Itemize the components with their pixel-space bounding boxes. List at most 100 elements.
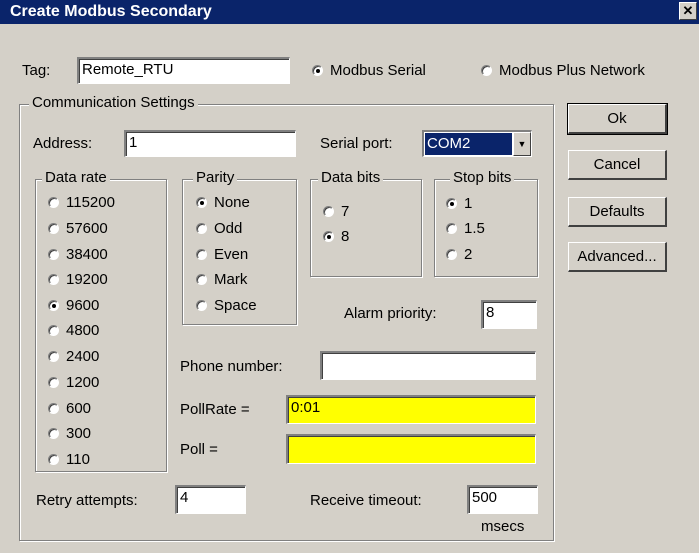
data-rate-option[interactable]: 300 bbox=[48, 425, 91, 442]
modbus-serial-label: Modbus Serial bbox=[330, 62, 426, 79]
data-rate-option[interactable]: 600 bbox=[48, 400, 91, 417]
radio-selected-icon bbox=[312, 65, 323, 76]
radio-icon bbox=[48, 428, 59, 439]
receive-timeout-label: Receive timeout: bbox=[310, 492, 422, 509]
radio-icon bbox=[196, 223, 207, 234]
data-rate-option-label: 300 bbox=[66, 425, 92, 442]
pollrate-field[interactable]: 0:01 bbox=[286, 395, 536, 424]
parity-option-label: Odd bbox=[214, 220, 243, 237]
retry-attempts-input[interactable]: 4 bbox=[175, 485, 246, 514]
stop-bits-option[interactable]: 1 bbox=[446, 195, 472, 212]
address-input[interactable]: 1 bbox=[124, 130, 296, 157]
radio-icon bbox=[48, 249, 59, 260]
parity-option-label: Space bbox=[214, 297, 257, 314]
tag-input[interactable]: Remote_RTU bbox=[77, 57, 290, 84]
alarm-priority-label: Alarm priority: bbox=[344, 305, 437, 322]
cancel-button[interactable]: Cancel bbox=[568, 150, 667, 180]
data-rate-option[interactable]: 110 bbox=[48, 451, 90, 468]
stop-bits-option-label: 1.5 bbox=[464, 220, 485, 237]
data-bits-label: Data bits bbox=[318, 169, 384, 186]
close-icon[interactable]: ✕ bbox=[679, 2, 697, 20]
data-bits-option-label: 8 bbox=[341, 228, 350, 245]
data-rate-option[interactable]: 115200 bbox=[48, 194, 115, 211]
data-rate-option-label: 57600 bbox=[66, 220, 108, 237]
radio-icon bbox=[48, 223, 59, 234]
poll-field[interactable] bbox=[286, 434, 536, 464]
radio-icon bbox=[48, 377, 59, 388]
timeout-unit: msecs bbox=[481, 518, 525, 535]
window-title: Create Modbus Secondary bbox=[10, 3, 212, 20]
receive-timeout-input[interactable]: 500 bbox=[467, 485, 538, 514]
data-rate-option-label: 38400 bbox=[66, 246, 108, 263]
parity-option[interactable]: Space bbox=[196, 297, 257, 314]
data-rate-option[interactable]: 4800 bbox=[48, 322, 99, 339]
radio-icon bbox=[48, 351, 59, 362]
modbus-serial-radio[interactable]: Modbus Serial bbox=[312, 62, 426, 79]
modbus-plus-label: Modbus Plus Network bbox=[499, 62, 645, 79]
data-rate-option[interactable]: 38400 bbox=[48, 246, 108, 263]
data-rate-option-label: 4800 bbox=[66, 322, 100, 339]
radio-selected-icon bbox=[446, 198, 457, 209]
radio-icon bbox=[323, 206, 334, 217]
parity-option[interactable]: Mark bbox=[196, 271, 247, 288]
stop-bits-option-label: 1 bbox=[464, 195, 473, 212]
radio-selected-icon bbox=[48, 300, 59, 311]
parity-option[interactable]: Even bbox=[196, 246, 248, 263]
parity-option-label: None bbox=[214, 194, 250, 211]
data-rate-option-label: 600 bbox=[66, 400, 92, 417]
serial-port-value: COM2 bbox=[425, 133, 512, 155]
data-rate-option-label: 115200 bbox=[66, 194, 115, 211]
radio-icon bbox=[196, 249, 207, 260]
radio-selected-icon bbox=[323, 231, 334, 242]
data-rate-option-label: 1200 bbox=[66, 374, 100, 391]
radio-icon bbox=[48, 274, 59, 285]
address-label: Address: bbox=[33, 135, 93, 152]
radio-icon bbox=[48, 403, 59, 414]
radio-selected-icon bbox=[196, 197, 207, 208]
parity-option[interactable]: None bbox=[196, 194, 250, 211]
serial-port-label: Serial port: bbox=[320, 135, 393, 152]
data-rate-option[interactable]: 2400 bbox=[48, 348, 99, 365]
pollrate-label: PollRate = bbox=[180, 401, 250, 418]
radio-icon bbox=[446, 249, 457, 260]
data-rate-option[interactable]: 57600 bbox=[48, 220, 108, 237]
data-rate-option[interactable]: 1200 bbox=[48, 374, 99, 391]
data-bits-option[interactable]: 8 bbox=[323, 228, 349, 245]
parity-option-label: Even bbox=[214, 246, 249, 263]
communication-settings-label: Communication Settings bbox=[29, 94, 198, 111]
radio-icon bbox=[446, 223, 457, 234]
data-rate-option-label: 9600 bbox=[66, 297, 100, 314]
radio-icon bbox=[48, 197, 59, 208]
data-rate-option-label: 110 bbox=[66, 451, 90, 468]
ok-button[interactable]: Ok bbox=[567, 103, 668, 135]
defaults-button[interactable]: Defaults bbox=[568, 197, 667, 227]
radio-icon bbox=[48, 454, 59, 465]
modbus-plus-radio[interactable]: Modbus Plus Network bbox=[481, 62, 645, 79]
radio-icon bbox=[196, 300, 207, 311]
serial-port-select[interactable]: COM2 ▼ bbox=[422, 130, 532, 157]
parity-label: Parity bbox=[193, 169, 238, 186]
data-bits-option[interactable]: 7 bbox=[323, 203, 349, 220]
poll-label: Poll = bbox=[180, 441, 218, 458]
stop-bits-label: Stop bits bbox=[450, 169, 515, 186]
radio-icon bbox=[48, 325, 59, 336]
retry-attempts-label: Retry attempts: bbox=[36, 492, 138, 509]
data-rate-option-label: 2400 bbox=[66, 348, 100, 365]
data-rate-option[interactable]: 9600 bbox=[48, 297, 99, 314]
data-rate-option[interactable]: 19200 bbox=[48, 271, 108, 288]
parity-option-label: Mark bbox=[214, 271, 248, 288]
alarm-priority-input[interactable]: 8 bbox=[481, 300, 537, 329]
stop-bits-option-label: 2 bbox=[464, 246, 473, 263]
radio-unselected-icon bbox=[481, 65, 492, 76]
data-rate-option-label: 19200 bbox=[66, 271, 108, 288]
stop-bits-option[interactable]: 2 bbox=[446, 246, 472, 263]
advanced-button[interactable]: Advanced... bbox=[568, 242, 667, 272]
tag-label: Tag: bbox=[22, 62, 51, 79]
stop-bits-option[interactable]: 1.5 bbox=[446, 220, 485, 237]
radio-icon bbox=[196, 274, 207, 285]
phone-number-input[interactable] bbox=[320, 351, 536, 380]
chevron-down-icon[interactable]: ▼ bbox=[513, 132, 531, 156]
data-rate-label: Data rate bbox=[42, 169, 110, 186]
data-bits-option-label: 7 bbox=[341, 203, 350, 220]
parity-option[interactable]: Odd bbox=[196, 220, 242, 237]
